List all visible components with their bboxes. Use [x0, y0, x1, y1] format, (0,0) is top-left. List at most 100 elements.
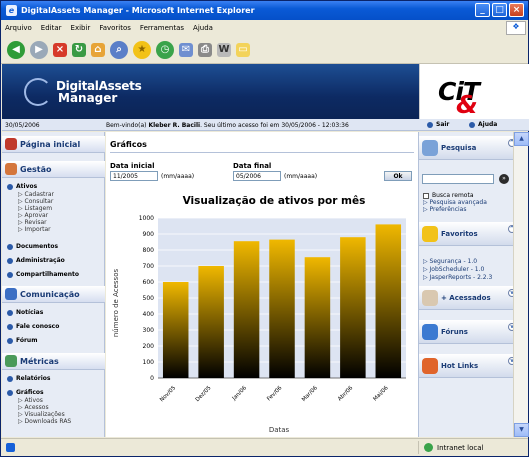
- page-title: Gráficos: [110, 140, 147, 149]
- nav-relatorios[interactable]: Relatórios: [7, 375, 51, 382]
- preferences-link[interactable]: ▷ Preferências: [423, 206, 466, 214]
- scroll-up-icon[interactable]: ▲: [514, 132, 529, 146]
- mail-icon[interactable]: ✉: [179, 42, 193, 57]
- favorite-label: JasperReports - 2.2.3: [429, 274, 493, 281]
- nav-compartilhamento[interactable]: Compartilhamento: [7, 271, 79, 278]
- x-tick-label: Mai/06: [372, 385, 390, 403]
- nav-comunicacao[interactable]: Comunicação: [2, 286, 105, 303]
- nav-documentos[interactable]: Documentos: [7, 243, 58, 250]
- nav-metricas[interactable]: Métricas: [2, 353, 105, 370]
- sub-graf-visualizacoes[interactable]: ▷ Visualizações: [18, 411, 71, 418]
- edit-icon[interactable]: W: [217, 42, 231, 57]
- ok-button[interactable]: Ok: [384, 171, 412, 181]
- favorite-item[interactable]: ▷ Segurança - 1.0: [423, 258, 477, 266]
- preferences-label: Preferências: [429, 206, 467, 213]
- sub-consultar[interactable]: ▷ Consultar: [18, 198, 54, 205]
- sub-importar[interactable]: ▷ Importar: [18, 226, 54, 233]
- favorite-item[interactable]: ▷ JobScheduler - 1.0: [423, 266, 484, 274]
- sub-label: Importar: [24, 226, 51, 233]
- left-sidebar: Página inicial Gestão Ativos ▷ Cadastrar…: [2, 132, 105, 437]
- bullet-icon: [7, 309, 13, 316]
- search-panel-header[interactable]: Pesquisa ^: [419, 136, 520, 160]
- magnifier-icon: [422, 140, 438, 156]
- sub-label: Listagem: [24, 205, 53, 212]
- accessed-panel-header[interactable]: + Acessados v: [419, 286, 520, 310]
- sub-revisar[interactable]: ▷ Revisar: [18, 219, 54, 226]
- minimize-button[interactable]: _: [475, 3, 490, 17]
- search-input[interactable]: [422, 174, 494, 184]
- nav-noticias-label: Notícias: [16, 309, 44, 316]
- start-date-label: Data inicial: [110, 162, 155, 170]
- end-date-input[interactable]: 05/2006: [233, 171, 281, 181]
- info-strip: 30/05/2006 Bem-vindo(a) Kleber R. Bacili…: [2, 119, 529, 131]
- nav-ativos[interactable]: Ativos: [7, 183, 37, 190]
- favorites-icon[interactable]: ★: [133, 40, 151, 59]
- nav-home[interactable]: Página inicial: [2, 136, 105, 153]
- favorite-item[interactable]: ▷ JasperReports - 2.2.3: [423, 274, 492, 282]
- nav-graficos[interactable]: Gráficos: [7, 389, 44, 396]
- search-icon[interactable]: ⌕: [110, 40, 128, 59]
- logout-link[interactable]: Sair: [427, 121, 449, 128]
- nav-relatorios-label: Relatórios: [16, 375, 51, 382]
- nav-noticias[interactable]: Notícias: [7, 309, 43, 316]
- nav-administracao[interactable]: Administração: [7, 257, 65, 264]
- stop-icon[interactable]: ×: [53, 42, 67, 57]
- sub-aprovar[interactable]: ▷ Aprovar: [18, 212, 54, 219]
- close-button[interactable]: ×: [509, 3, 524, 17]
- sub-cadastrar[interactable]: ▷ Cadastrar: [18, 191, 54, 198]
- star-icon: [422, 226, 438, 242]
- checkbox-icon: [423, 192, 429, 199]
- menu-arquivo[interactable]: Arquivo: [5, 24, 32, 32]
- nav-metricas-label: Métricas: [20, 356, 59, 366]
- hotlinks-panel-header[interactable]: Hot Links v: [419, 354, 520, 378]
- ie-icon: e: [6, 5, 17, 16]
- sub-graf-ativos[interactable]: ▷ Ativos: [18, 397, 71, 404]
- menu-ajuda[interactable]: Ajuda: [193, 24, 213, 32]
- forward-icon[interactable]: ▶: [30, 40, 48, 59]
- favorite-label: JobScheduler - 1.0: [429, 266, 485, 273]
- refresh-icon[interactable]: ↻: [72, 42, 86, 57]
- menu-favoritos[interactable]: Favoritos: [99, 24, 131, 32]
- y-axis-label: número de Acessos: [112, 269, 120, 338]
- folder-icon[interactable]: ▭: [236, 42, 250, 57]
- vertical-scrollbar[interactable]: ▲ ▼: [513, 132, 529, 437]
- scroll-down-icon[interactable]: ▼: [514, 423, 529, 437]
- search-panel-title: Pesquisa: [441, 143, 477, 152]
- home-icon[interactable]: ⌂: [91, 42, 105, 57]
- start-date-input[interactable]: 11/2005: [110, 171, 158, 181]
- welcome-text: Bem-vindo(a) Kleber R. Bacili. Seu últim…: [106, 122, 349, 129]
- search-go-button[interactable]: »: [499, 174, 509, 184]
- bar: [198, 266, 224, 378]
- menu-editar[interactable]: Editar: [41, 24, 62, 32]
- sub-label: Visualizações: [24, 411, 65, 418]
- y-tick-label: 800: [143, 247, 155, 254]
- back-icon[interactable]: ◀: [7, 40, 25, 59]
- y-tick-label: 1000: [139, 215, 154, 222]
- help-icon: [469, 121, 475, 128]
- sub-listagem[interactable]: ▷ Listagem: [18, 205, 54, 212]
- sub-graf-downloads[interactable]: ▷ Downloads RAS: [18, 418, 71, 425]
- history-icon[interactable]: ◷: [156, 40, 174, 59]
- help-link[interactable]: Ajuda: [469, 121, 497, 128]
- nav-gestao-label: Gestão: [20, 164, 52, 174]
- menu-exibir[interactable]: Exibir: [71, 24, 91, 32]
- maximize-button[interactable]: □: [492, 3, 507, 17]
- nav-gestao[interactable]: Gestão: [2, 161, 105, 178]
- bullet-icon: [7, 183, 13, 190]
- partner-logo: Ci & T: [419, 64, 529, 119]
- forums-panel-header[interactable]: Fóruns v: [419, 320, 520, 344]
- status-bar: Intranet local: [1, 438, 528, 456]
- sub-label: Ativos: [24, 397, 43, 404]
- print-icon[interactable]: ⎙: [198, 42, 212, 57]
- nav-forum[interactable]: Fórum: [7, 337, 37, 344]
- remote-search-checkbox[interactable]: Busca remota: [423, 192, 474, 199]
- logout-icon: [427, 121, 433, 128]
- bar-chart: Visualização de ativos por mês 0 100 200 30…: [112, 195, 406, 434]
- sub-graf-acessos[interactable]: ▷ Acessos: [18, 404, 71, 411]
- windows-logo-icon: ❖: [506, 21, 526, 35]
- y-tick-labels: 0 100 200 300 400 500 600 700 800 900 1000: [139, 215, 154, 382]
- toolbar: ◀ ▶ × ↻ ⌂ ⌕ ★ ◷ ✉ ⎙ W ▭: [1, 36, 528, 64]
- nav-fale-conosco[interactable]: Fale conosco: [7, 323, 59, 330]
- menu-ferramentas[interactable]: Ferramentas: [140, 24, 184, 32]
- favorites-panel-header[interactable]: Favoritos ^: [419, 222, 520, 246]
